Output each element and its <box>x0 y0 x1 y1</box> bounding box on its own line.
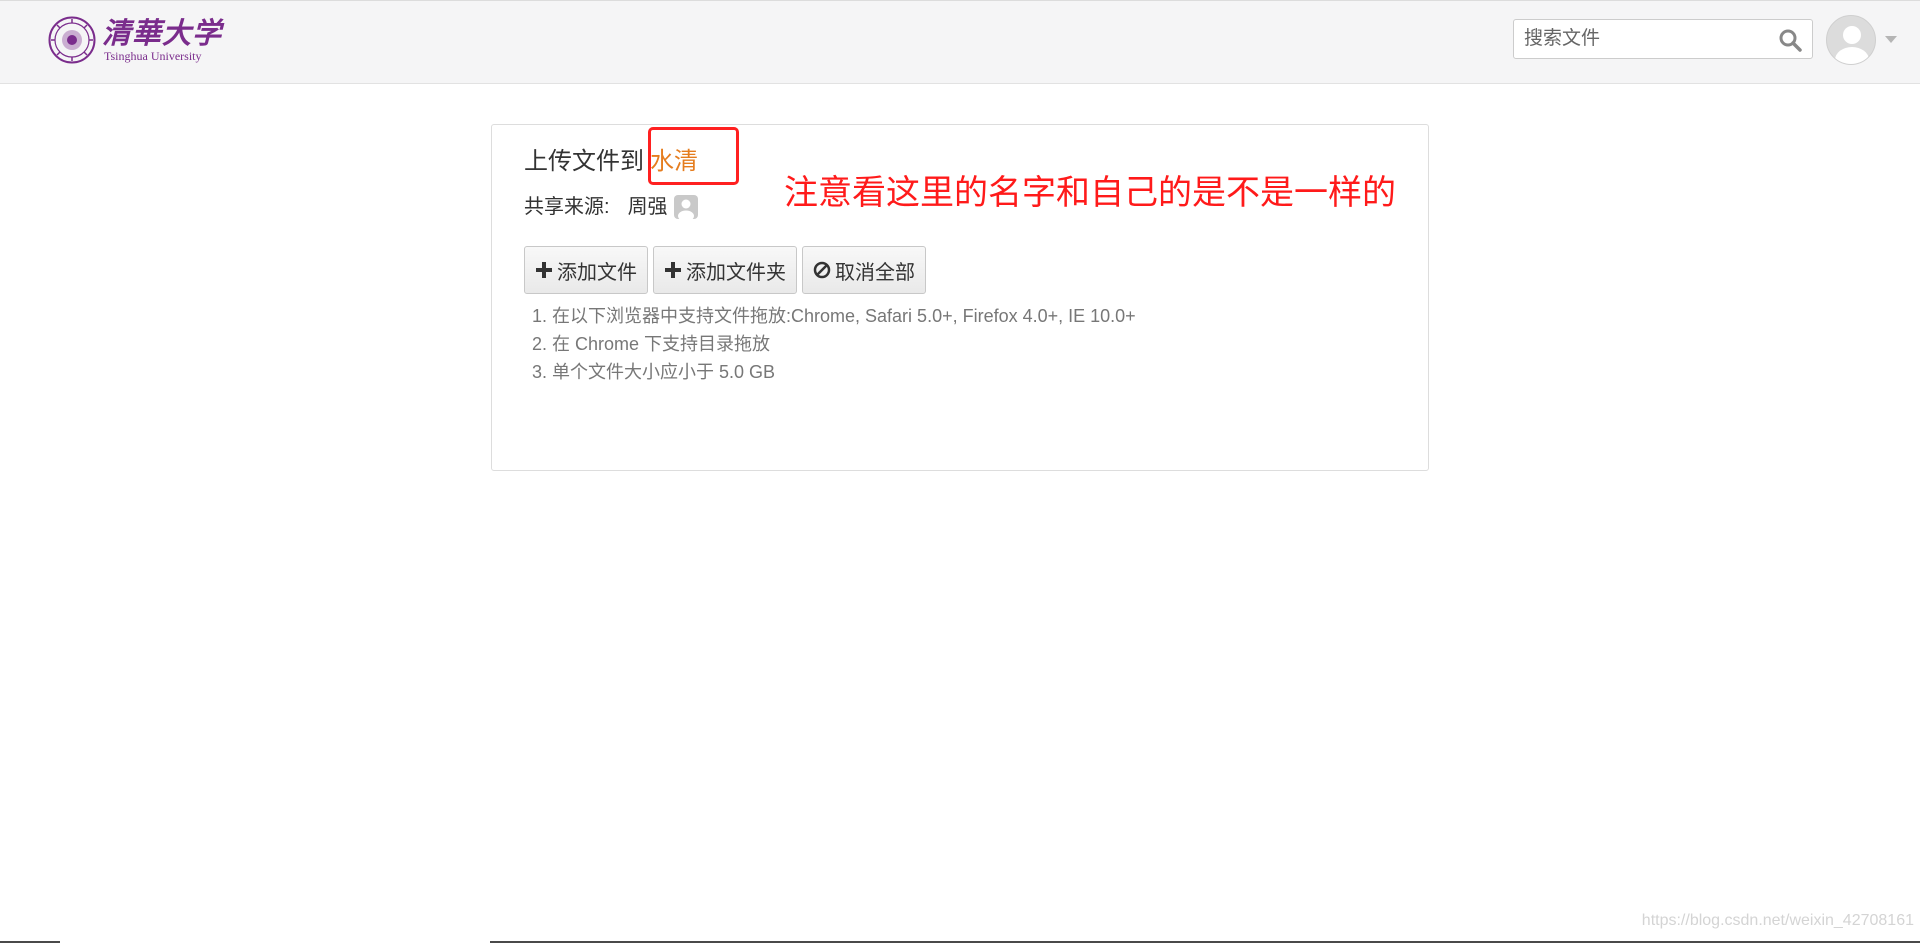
cancel-all-button[interactable]: 取消全部 <box>802 246 926 294</box>
cancel-all-label: 取消全部 <box>835 261 915 284</box>
plus-icon <box>665 262 681 278</box>
search-input[interactable] <box>1514 20 1764 58</box>
user-avatar[interactable] <box>1826 15 1876 65</box>
logo-text: 清華大学 Tsinghua University <box>102 17 222 63</box>
university-logo[interactable]: 清華大学 Tsinghua University <box>48 14 222 66</box>
search-icon[interactable] <box>1778 28 1802 52</box>
logo-name-en: Tsinghua University <box>104 49 202 63</box>
list-item: 1. 在以下浏览器中支持文件拖放:Chrome, Safari 5.0+, Fi… <box>532 306 1136 326</box>
watermark: https://blog.csdn.net/weixin_42708161 <box>1641 912 1914 929</box>
user-icon <box>1835 26 1869 64</box>
upload-tips: 1. 在以下浏览器中支持文件拖放:Chrome, Safari 5.0+, Fi… <box>532 302 1136 386</box>
add-file-button[interactable]: 添加文件 <box>524 246 648 294</box>
top-header: 清華大学 Tsinghua University <box>0 0 1920 84</box>
add-folder-label: 添加文件夹 <box>686 261 786 284</box>
plus-icon <box>536 262 552 278</box>
share-source: 共享来源: 周强 <box>524 192 698 222</box>
list-item: 2. 在 Chrome 下支持目录拖放 <box>532 334 771 354</box>
search-box <box>1513 19 1813 59</box>
share-source-label: 共享来源: <box>524 196 610 218</box>
add-file-label: 添加文件 <box>557 261 637 284</box>
logo-name-cn: 清華大学 <box>102 16 223 50</box>
upload-button-row: 添加文件 添加文件夹 取消全部 <box>524 246 931 294</box>
chevron-down-icon[interactable] <box>1885 36 1897 43</box>
add-folder-button[interactable]: 添加文件夹 <box>653 246 797 294</box>
user-icon <box>673 195 698 219</box>
seal-icon <box>48 16 96 64</box>
highlight-box <box>648 127 739 185</box>
upload-title-prefix: 上传文件到 <box>524 148 644 175</box>
ban-icon <box>813 261 831 279</box>
share-source-user: 周强 <box>627 196 668 218</box>
annotation-note: 注意看这里的名字和自己的是不是一样的 <box>784 174 1396 212</box>
list-item: 3. 单个文件大小应小于 5.0 GB <box>532 362 776 382</box>
upload-panel: 上传文件到 水清 共享来源: 周强 注意看这里的名字和自己的是不是一样的 添加文件 <box>491 124 1429 471</box>
